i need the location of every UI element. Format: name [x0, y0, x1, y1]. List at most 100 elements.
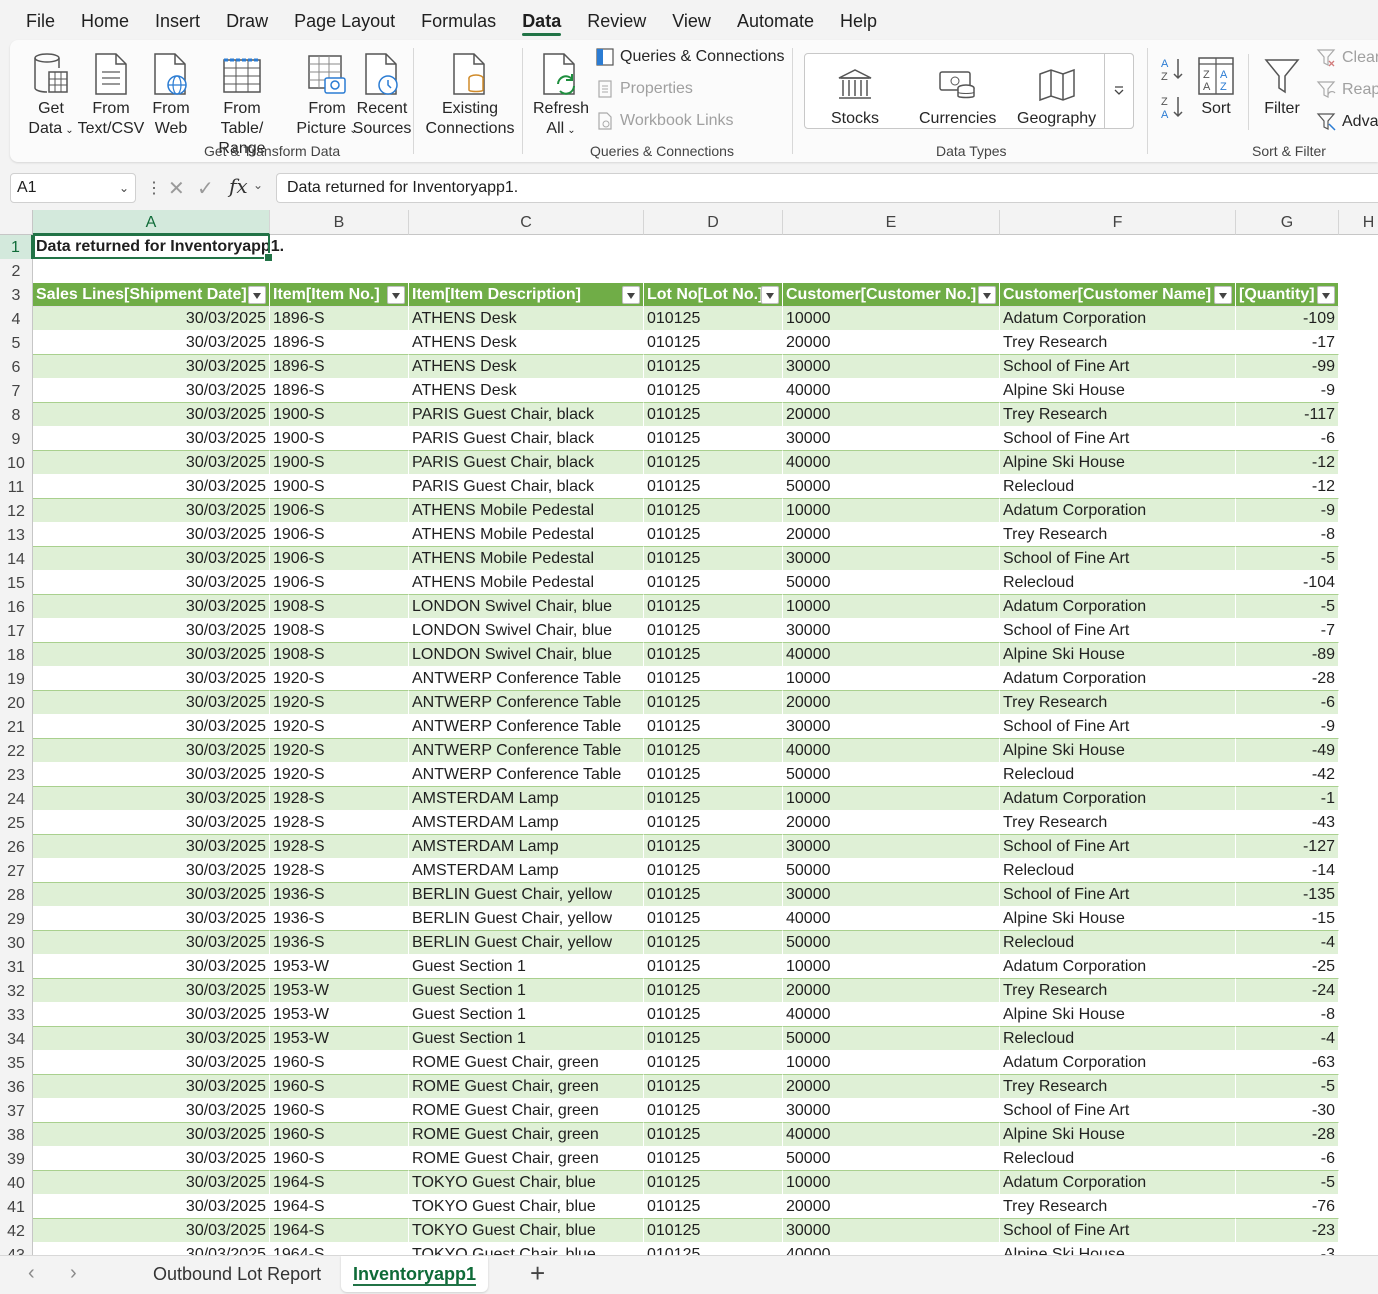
- row-header[interactable]: 15: [0, 571, 33, 595]
- table-cell[interactable]: School of Fine Art: [1000, 1219, 1236, 1243]
- table-cell[interactable]: BERLIN Guest Chair, yellow: [409, 883, 644, 907]
- recent-sources-button[interactable]: Recent Sources: [353, 46, 411, 139]
- table-cell[interactable]: 30/03/2025: [33, 1051, 270, 1075]
- select-all-corner[interactable]: [0, 210, 33, 235]
- table-header-cell[interactable]: Sales Lines[Shipment Date]: [33, 283, 270, 307]
- stocks-button[interactable]: Stocks: [831, 62, 879, 128]
- table-cell[interactable]: -4: [1236, 931, 1339, 955]
- table-cell[interactable]: ATHENS Desk: [409, 379, 644, 403]
- table-cell[interactable]: -109: [1236, 307, 1339, 331]
- column-header-a[interactable]: A: [33, 210, 270, 235]
- column-header-g[interactable]: G: [1236, 210, 1339, 235]
- table-cell[interactable]: 1896-S: [270, 307, 409, 331]
- menu-automate[interactable]: Automate: [724, 0, 827, 40]
- row-header[interactable]: 38: [0, 1123, 33, 1147]
- filter-dropdown-icon[interactable]: [761, 286, 779, 304]
- table-cell[interactable]: 010125: [644, 643, 783, 667]
- table-cell[interactable]: -28: [1236, 1123, 1339, 1147]
- table-cell[interactable]: 30/03/2025: [33, 451, 270, 475]
- table-cell[interactable]: 50000: [783, 1027, 1000, 1051]
- table-cell[interactable]: 30/03/2025: [33, 907, 270, 931]
- table-cell[interactable]: Adatum Corporation: [1000, 595, 1236, 619]
- row-header[interactable]: 16: [0, 595, 33, 619]
- table-cell[interactable]: 30/03/2025: [33, 595, 270, 619]
- title-cell[interactable]: Data returned for Inventoryapp1.: [33, 235, 433, 259]
- clear-button[interactable]: Clear: [1316, 48, 1378, 68]
- table-cell[interactable]: PARIS Guest Chair, black: [409, 475, 644, 499]
- table-cell[interactable]: 30/03/2025: [33, 427, 270, 451]
- table-cell[interactable]: 30/03/2025: [33, 547, 270, 571]
- row-header[interactable]: 31: [0, 955, 33, 979]
- table-cell[interactable]: ATHENS Mobile Pedestal: [409, 523, 644, 547]
- table-cell[interactable]: 010125: [644, 1051, 783, 1075]
- table-cell[interactable]: 30/03/2025: [33, 355, 270, 379]
- table-cell[interactable]: 10000: [783, 955, 1000, 979]
- table-cell[interactable]: 010125: [644, 1219, 783, 1243]
- table-cell[interactable]: 1953-W: [270, 1003, 409, 1027]
- row-header[interactable]: 33: [0, 1003, 33, 1027]
- table-cell[interactable]: ROME Guest Chair, green: [409, 1051, 644, 1075]
- row-header[interactable]: 25: [0, 811, 33, 835]
- table-cell[interactable]: 40000: [783, 451, 1000, 475]
- table-cell[interactable]: ATHENS Mobile Pedestal: [409, 499, 644, 523]
- table-header-cell[interactable]: [Quantity]: [1236, 283, 1339, 307]
- table-cell[interactable]: -12: [1236, 451, 1339, 475]
- table-cell[interactable]: -3: [1236, 1243, 1339, 1255]
- sort-button[interactable]: ZAAZ Sort: [1194, 46, 1238, 119]
- table-cell[interactable]: 1920-S: [270, 667, 409, 691]
- table-cell[interactable]: Adatum Corporation: [1000, 499, 1236, 523]
- table-cell[interactable]: -24: [1236, 979, 1339, 1003]
- table-header-cell[interactable]: Lot No[Lot No.]: [644, 283, 783, 307]
- row-header[interactable]: 37: [0, 1099, 33, 1123]
- existing-connections-button[interactable]: Existing Connections: [426, 46, 514, 139]
- table-cell[interactable]: 30/03/2025: [33, 403, 270, 427]
- table-cell[interactable]: 30000: [783, 1219, 1000, 1243]
- table-cell[interactable]: 010125: [644, 715, 783, 739]
- table-cell[interactable]: 30/03/2025: [33, 1171, 270, 1195]
- table-cell[interactable]: 010125: [644, 547, 783, 571]
- sheet-tab-inventoryapp1[interactable]: Inventoryapp1: [341, 1256, 489, 1292]
- row-header[interactable]: 23: [0, 763, 33, 787]
- table-cell[interactable]: 30/03/2025: [33, 307, 270, 331]
- table-cell[interactable]: 010125: [644, 1075, 783, 1099]
- table-cell[interactable]: -127: [1236, 835, 1339, 859]
- row-header[interactable]: 39: [0, 1147, 33, 1171]
- table-cell[interactable]: 30000: [783, 1099, 1000, 1123]
- data-types-more-button[interactable]: [1104, 53, 1134, 129]
- table-cell[interactable]: 30/03/2025: [33, 763, 270, 787]
- table-cell[interactable]: 20000: [783, 979, 1000, 1003]
- from-picture-button[interactable]: From Picture ⌄: [294, 46, 360, 141]
- table-cell[interactable]: 010125: [644, 739, 783, 763]
- table-cell[interactable]: 010125: [644, 499, 783, 523]
- row-header[interactable]: 20: [0, 691, 33, 715]
- table-cell[interactable]: 30/03/2025: [33, 619, 270, 643]
- row-header[interactable]: 36: [0, 1075, 33, 1099]
- row-header[interactable]: 12: [0, 499, 33, 523]
- menu-page-layout[interactable]: Page Layout: [281, 0, 408, 40]
- table-cell[interactable]: 1936-S: [270, 883, 409, 907]
- table-cell[interactable]: -5: [1236, 595, 1339, 619]
- table-cell[interactable]: 010125: [644, 1003, 783, 1027]
- column-header-f[interactable]: F: [1000, 210, 1236, 235]
- row-header[interactable]: 22: [0, 739, 33, 763]
- table-cell[interactable]: LONDON Swivel Chair, blue: [409, 643, 644, 667]
- table-cell[interactable]: School of Fine Art: [1000, 835, 1236, 859]
- table-cell[interactable]: 10000: [783, 1171, 1000, 1195]
- table-cell[interactable]: ROME Guest Chair, green: [409, 1147, 644, 1171]
- table-cell[interactable]: 30/03/2025: [33, 331, 270, 355]
- sort-za-button[interactable]: ZA: [1160, 94, 1186, 125]
- table-cell[interactable]: 1928-S: [270, 835, 409, 859]
- table-cell[interactable]: 1953-W: [270, 979, 409, 1003]
- table-cell[interactable]: 010125: [644, 1147, 783, 1171]
- table-cell[interactable]: 010125: [644, 787, 783, 811]
- table-cell[interactable]: School of Fine Art: [1000, 883, 1236, 907]
- table-cell[interactable]: 1953-W: [270, 1027, 409, 1051]
- table-cell[interactable]: 50000: [783, 571, 1000, 595]
- insert-function-icon[interactable]: fx: [229, 174, 248, 198]
- table-cell[interactable]: 010125: [644, 835, 783, 859]
- row-header[interactable]: 40: [0, 1171, 33, 1195]
- table-cell[interactable]: 010125: [644, 931, 783, 955]
- table-cell[interactable]: Trey Research: [1000, 691, 1236, 715]
- row-header[interactable]: 1: [0, 235, 33, 259]
- table-cell[interactable]: -135: [1236, 883, 1339, 907]
